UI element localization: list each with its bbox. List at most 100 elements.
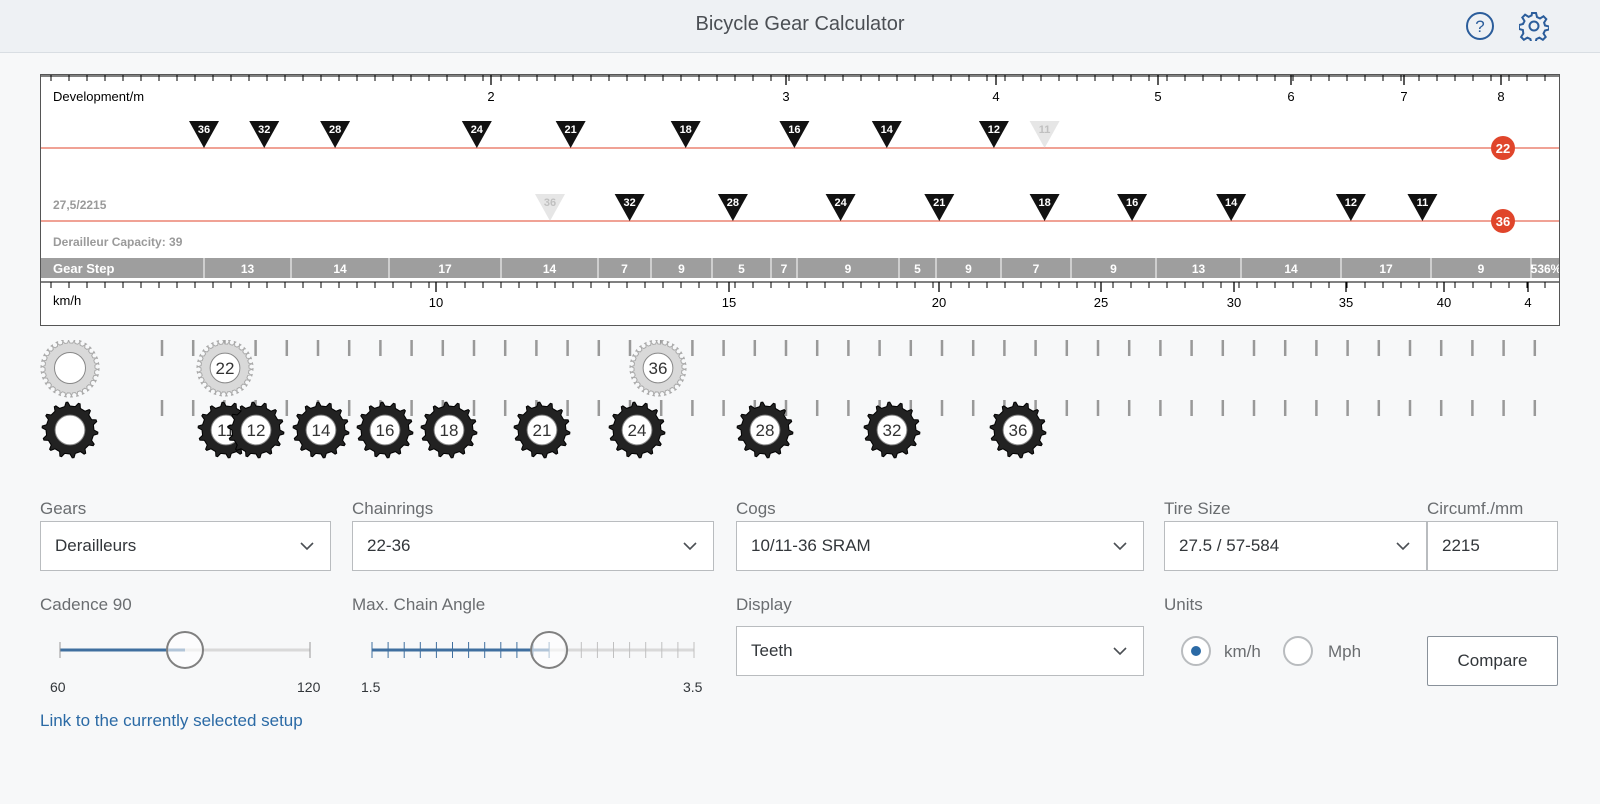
gear-step-value: 5 — [738, 262, 745, 276]
gear-chart-svg: Development/m 2 3 4 5 6 7 8 36 32 28 24 21 18 16 14 12 11… — [41, 75, 1559, 310]
cog-marker-label: 36 — [544, 197, 556, 209]
cog-24-icon-label: 24 — [628, 421, 647, 440]
gear-step-value: 13 — [241, 262, 255, 276]
app-title: Bicycle Gear Calculator — [695, 13, 905, 35]
cog-16-icon: 16 — [356, 401, 414, 459]
speed-tick-label: 4 — [1524, 295, 1531, 310]
gear-step-value: 14 — [543, 262, 557, 276]
cog-marker-label: 32 — [624, 197, 636, 209]
speed-axis-label: km/h — [53, 293, 81, 308]
chainrings-label: Chainrings — [352, 499, 434, 518]
gears-visual-svg: 22 3611 12 14 16 18 21 24 28 32 36 — [40, 340, 1537, 459]
cog-24-icon: 24 — [608, 401, 666, 459]
gear-step-value: 7 — [781, 262, 788, 276]
dev-tick-label: 8 — [1497, 89, 1504, 104]
cog-marker-label: 18 — [680, 124, 692, 136]
dev-axis-label: Development/m — [53, 89, 144, 104]
chainring-badge-label: 36 — [1496, 214, 1510, 229]
chevron-down-icon — [1113, 542, 1127, 551]
cogs-select[interactable]: 10/11-36 SRAM — [736, 521, 1144, 571]
speed-tick-label: 40 — [1437, 295, 1451, 310]
tire-size-label: Tire Size — [1164, 499, 1231, 518]
gear-step-value: 9 — [845, 262, 852, 276]
cadence-slider[interactable] — [52, 628, 322, 672]
dev-tick-label: 2 — [487, 89, 494, 104]
cog-marker-label: 16 — [1126, 197, 1138, 209]
help-icon[interactable]: ? — [1462, 8, 1498, 44]
gear-step-value: 17 — [1379, 262, 1393, 276]
chevron-down-icon — [683, 542, 697, 551]
cog-marker-label: 21 — [565, 124, 577, 136]
gear-step-value: 14 — [333, 262, 347, 276]
tire-size-select[interactable]: 27.5 / 57-584 — [1164, 521, 1427, 571]
gear-step-label: Gear Step — [53, 261, 114, 276]
derailleur-capacity: Derailleur Capacity: 39 — [53, 235, 183, 249]
cog-reference-icon — [41, 401, 99, 459]
cog-18-icon: 18 — [420, 401, 478, 459]
cog-marker-label: 18 — [1038, 197, 1050, 209]
chevron-down-icon — [300, 542, 314, 551]
circumference-value: 2215 — [1442, 536, 1480, 555]
cadence-max: 120 — [297, 679, 321, 695]
cog-marker-label: 24 — [471, 124, 484, 136]
dev-tick-label: 7 — [1400, 89, 1407, 104]
gear-chart: Development/m 2 3 4 5 6 7 8 36 32 28 24 21 18 16 14 12 11… — [40, 74, 1560, 326]
svg-text:?: ? — [1475, 17, 1484, 36]
cog-28-icon: 28 — [736, 401, 794, 459]
units-kmh-label[interactable]: km/h — [1224, 642, 1261, 662]
cogs-label: Cogs — [736, 499, 776, 518]
gear-step-value: 5 — [914, 262, 921, 276]
speed-tick-label: 25 — [1094, 295, 1108, 310]
units-mph-label[interactable]: Mph — [1328, 642, 1361, 662]
chain-angle-slider[interactable] — [362, 628, 706, 672]
compare-button[interactable]: Compare — [1427, 636, 1558, 686]
cadence-handle[interactable] — [166, 631, 204, 669]
gear-step-value: 7 — [1033, 262, 1040, 276]
cog-marker-label: 28 — [727, 197, 739, 209]
cog-18-icon-label: 18 — [440, 421, 459, 440]
cog-marker-label: 21 — [933, 197, 945, 209]
dev-tick-label: 6 — [1287, 89, 1294, 104]
speed-tick-label: 35 — [1339, 295, 1353, 310]
cog-marker-label: 16 — [788, 124, 800, 136]
gears-value: Derailleurs — [55, 536, 137, 555]
chainring-36-icon: 36 — [629, 340, 687, 397]
cadence-label: Cadence 90 — [40, 595, 132, 614]
cog-reference-icon-hub — [54, 414, 86, 446]
gears-select[interactable]: Derailleurs — [40, 521, 331, 571]
cog-14-icon: 14 — [292, 401, 350, 459]
chainring-22-icon: 22 — [196, 340, 254, 397]
gear-step-value: 9 — [1478, 262, 1485, 276]
units-mph-radio[interactable] — [1283, 636, 1313, 666]
gear-icon[interactable] — [1516, 8, 1552, 44]
cadence-min: 60 — [50, 679, 66, 695]
circumference-input[interactable]: 2215 — [1427, 521, 1558, 571]
chainrings-select[interactable]: 22-36 — [352, 521, 714, 571]
cog-marker-label: 28 — [329, 124, 341, 136]
gears-label: Gears — [40, 499, 87, 518]
gear-step-value: 13 — [1192, 262, 1206, 276]
chainring-36-icon-label: 36 — [649, 359, 668, 378]
circumference-label: Circumf./mm — [1427, 499, 1524, 518]
gear-step-value: 14 — [1284, 262, 1298, 276]
dev-tick-label: 5 — [1154, 89, 1161, 104]
speed-tick-label: 10 — [429, 295, 443, 310]
chain-angle-handle[interactable] — [530, 631, 569, 669]
cog-marker-label: 11 — [1417, 197, 1429, 209]
cogs-value: 10/11-36 SRAM — [751, 536, 871, 555]
display-select[interactable]: Teeth — [736, 626, 1144, 676]
cog-marker-label: 11 — [1039, 124, 1051, 136]
display-label: Display — [736, 595, 792, 614]
dev-tick-label: 3 — [782, 89, 789, 104]
units-kmh-radio[interactable] — [1181, 636, 1211, 666]
cog-32-icon: 32 — [863, 401, 921, 459]
setup-link[interactable]: Link to the currently selected setup — [40, 711, 303, 731]
cog-marker-label: 12 — [1345, 197, 1357, 209]
speed-tick-label: 15 — [722, 295, 736, 310]
gear-step-value: 7 — [621, 262, 628, 276]
chevron-down-icon — [1113, 647, 1127, 656]
cog-32-icon-label: 32 — [883, 421, 902, 440]
cog-12-icon-label: 12 — [247, 421, 266, 440]
chainring-reference-icon — [40, 340, 100, 398]
chainring-badge-label: 22 — [1496, 141, 1510, 156]
